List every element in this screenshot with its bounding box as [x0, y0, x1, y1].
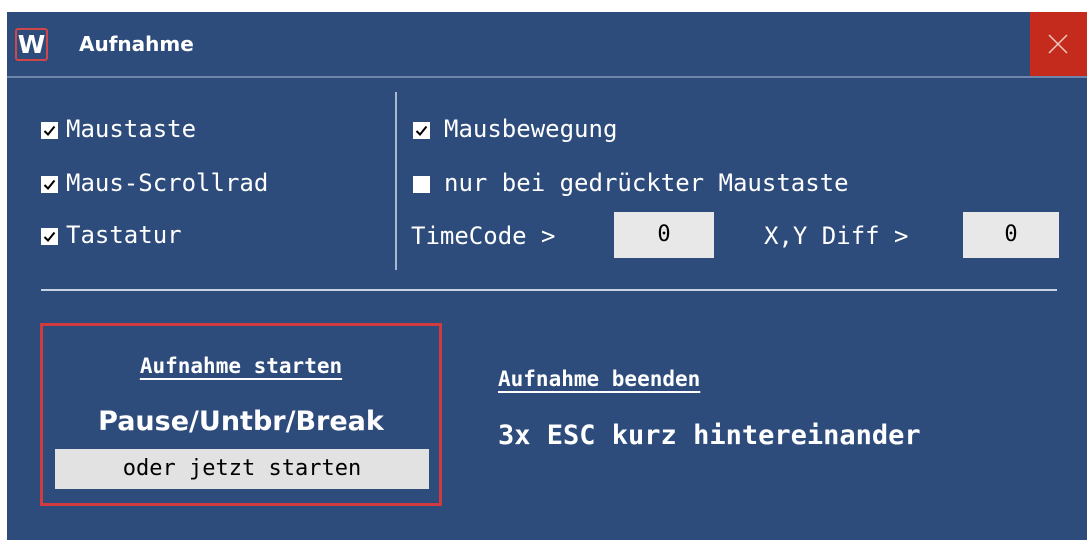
checkbox-maustaste-label: Maustaste — [66, 115, 197, 143]
checkbox-tastatur-label: Tastatur — [66, 221, 182, 249]
start-recording-hotkey: Pause/Untbr/Break — [98, 406, 384, 437]
checkmark-icon — [43, 125, 56, 136]
timecode-input[interactable]: 0 — [614, 212, 714, 258]
close-button[interactable] — [1030, 12, 1087, 76]
stop-recording-hotkey: 3x ESC kurz hintereinander — [498, 420, 921, 451]
checkmark-icon — [43, 231, 56, 242]
checkbox-mausbewegung-box[interactable] — [413, 122, 430, 139]
timecode-label: TimeCode > — [411, 222, 556, 250]
start-recording-panel: Aufnahme starten Pause/Untbr/Break oder … — [40, 323, 442, 506]
vertical-divider — [395, 92, 397, 270]
horizontal-divider — [41, 289, 1057, 291]
checkbox-mausbewegung-label: Mausbewegung — [444, 115, 618, 143]
checkmark-icon — [415, 125, 428, 136]
checkbox-maustaste-box[interactable] — [41, 122, 58, 139]
xy-diff-input[interactable]: 0 — [963, 212, 1059, 258]
start-recording-title: Aufnahme starten — [139, 354, 343, 378]
checkbox-nur-bei-gedrueckter-maustaste-label: nur bei gedrückter Maustaste — [444, 169, 849, 197]
checkbox-maus-scrollrad-box[interactable] — [41, 176, 58, 193]
close-icon — [1048, 34, 1068, 54]
start-now-button[interactable]: oder jetzt starten — [55, 449, 429, 489]
checkmark-icon — [43, 179, 56, 190]
window-title: Aufnahme — [79, 32, 194, 56]
recording-window: W Aufnahme Maustaste Maus-Scrollrad Tast… — [7, 12, 1087, 540]
checkbox-tastatur-box[interactable] — [41, 228, 58, 245]
w-app-icon: W — [15, 28, 48, 61]
checkbox-maus-scrollrad-label: Maus-Scrollrad — [66, 169, 269, 197]
stop-recording-title: Aufnahme beenden — [498, 367, 701, 391]
checkbox-nur-bei-gedrueckter-maustaste-box[interactable] — [413, 176, 430, 193]
title-bar: W Aufnahme — [7, 12, 1087, 78]
xy-diff-label: X,Y Diff > — [764, 222, 909, 250]
